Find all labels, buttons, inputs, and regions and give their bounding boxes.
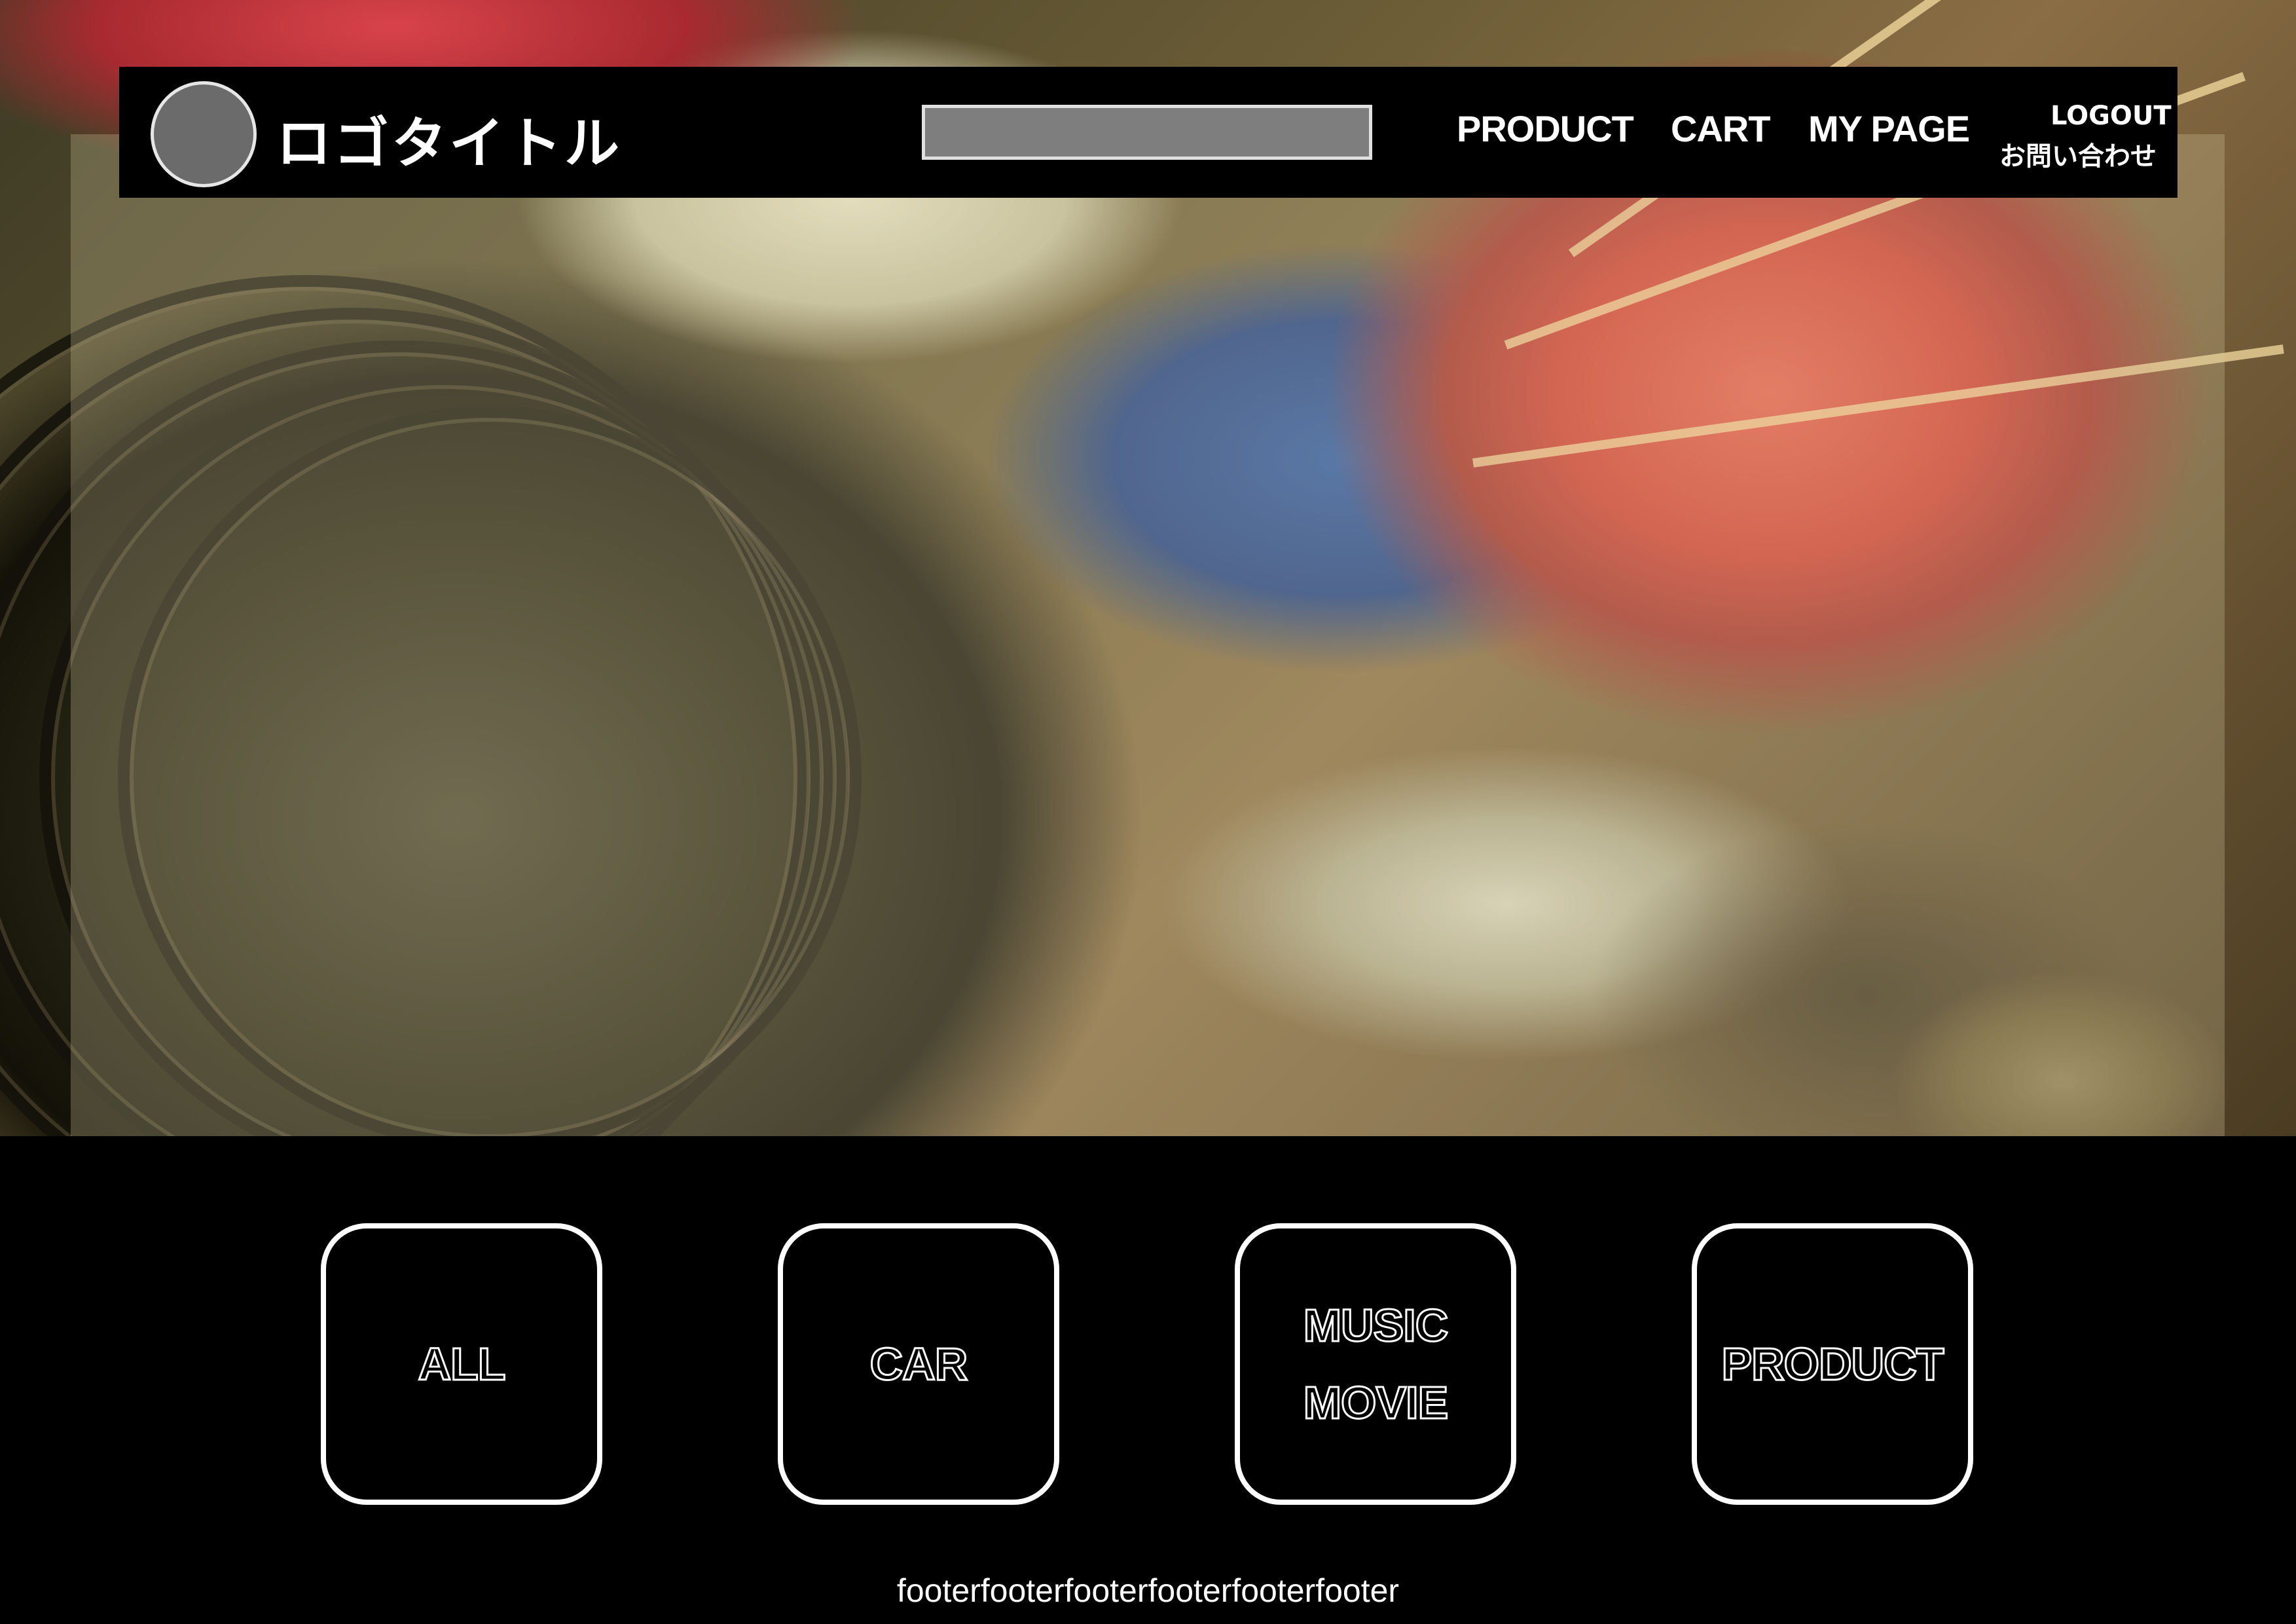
category-music-movie-button[interactable]: MUSIC MOVIE	[1235, 1223, 1516, 1505]
category-product-button[interactable]: PRODUCT	[1692, 1223, 1973, 1505]
logo-title[interactable]: ロゴタイトル	[276, 100, 622, 179]
category-car-button[interactable]: CAR	[778, 1223, 1059, 1505]
header-bar: ロゴタイトル PRODUCT CART MY PAGE LOGOUT お問い合わ…	[119, 67, 2178, 198]
category-music-label: MUSIC	[1302, 1299, 1449, 1352]
nav-logout[interactable]: LOGOUT	[2050, 101, 2172, 131]
nav-contact[interactable]: お問い合わせ	[1999, 135, 2157, 173]
category-product-label: PRODUCT	[1721, 1338, 1945, 1391]
category-all-label: ALL	[417, 1338, 507, 1391]
nav-cart[interactable]: CART	[1671, 107, 1771, 150]
page: ロゴタイトル PRODUCT CART MY PAGE LOGOUT お問い合わ…	[0, 0, 2296, 1624]
nav-my-page[interactable]: MY PAGE	[1808, 107, 1970, 150]
search-input[interactable]	[922, 105, 1372, 160]
category-car-label: CAR	[869, 1338, 969, 1391]
logo-icon[interactable]	[151, 81, 257, 187]
category-all-button[interactable]: ALL	[321, 1223, 602, 1505]
hero-overlay	[71, 134, 2225, 1136]
category-movie-label: MOVIE	[1302, 1376, 1449, 1430]
footer-text: footerfooterfooterfooterfooterfooter	[896, 1572, 1400, 1609]
nav-product[interactable]: PRODUCT	[1457, 107, 1634, 150]
